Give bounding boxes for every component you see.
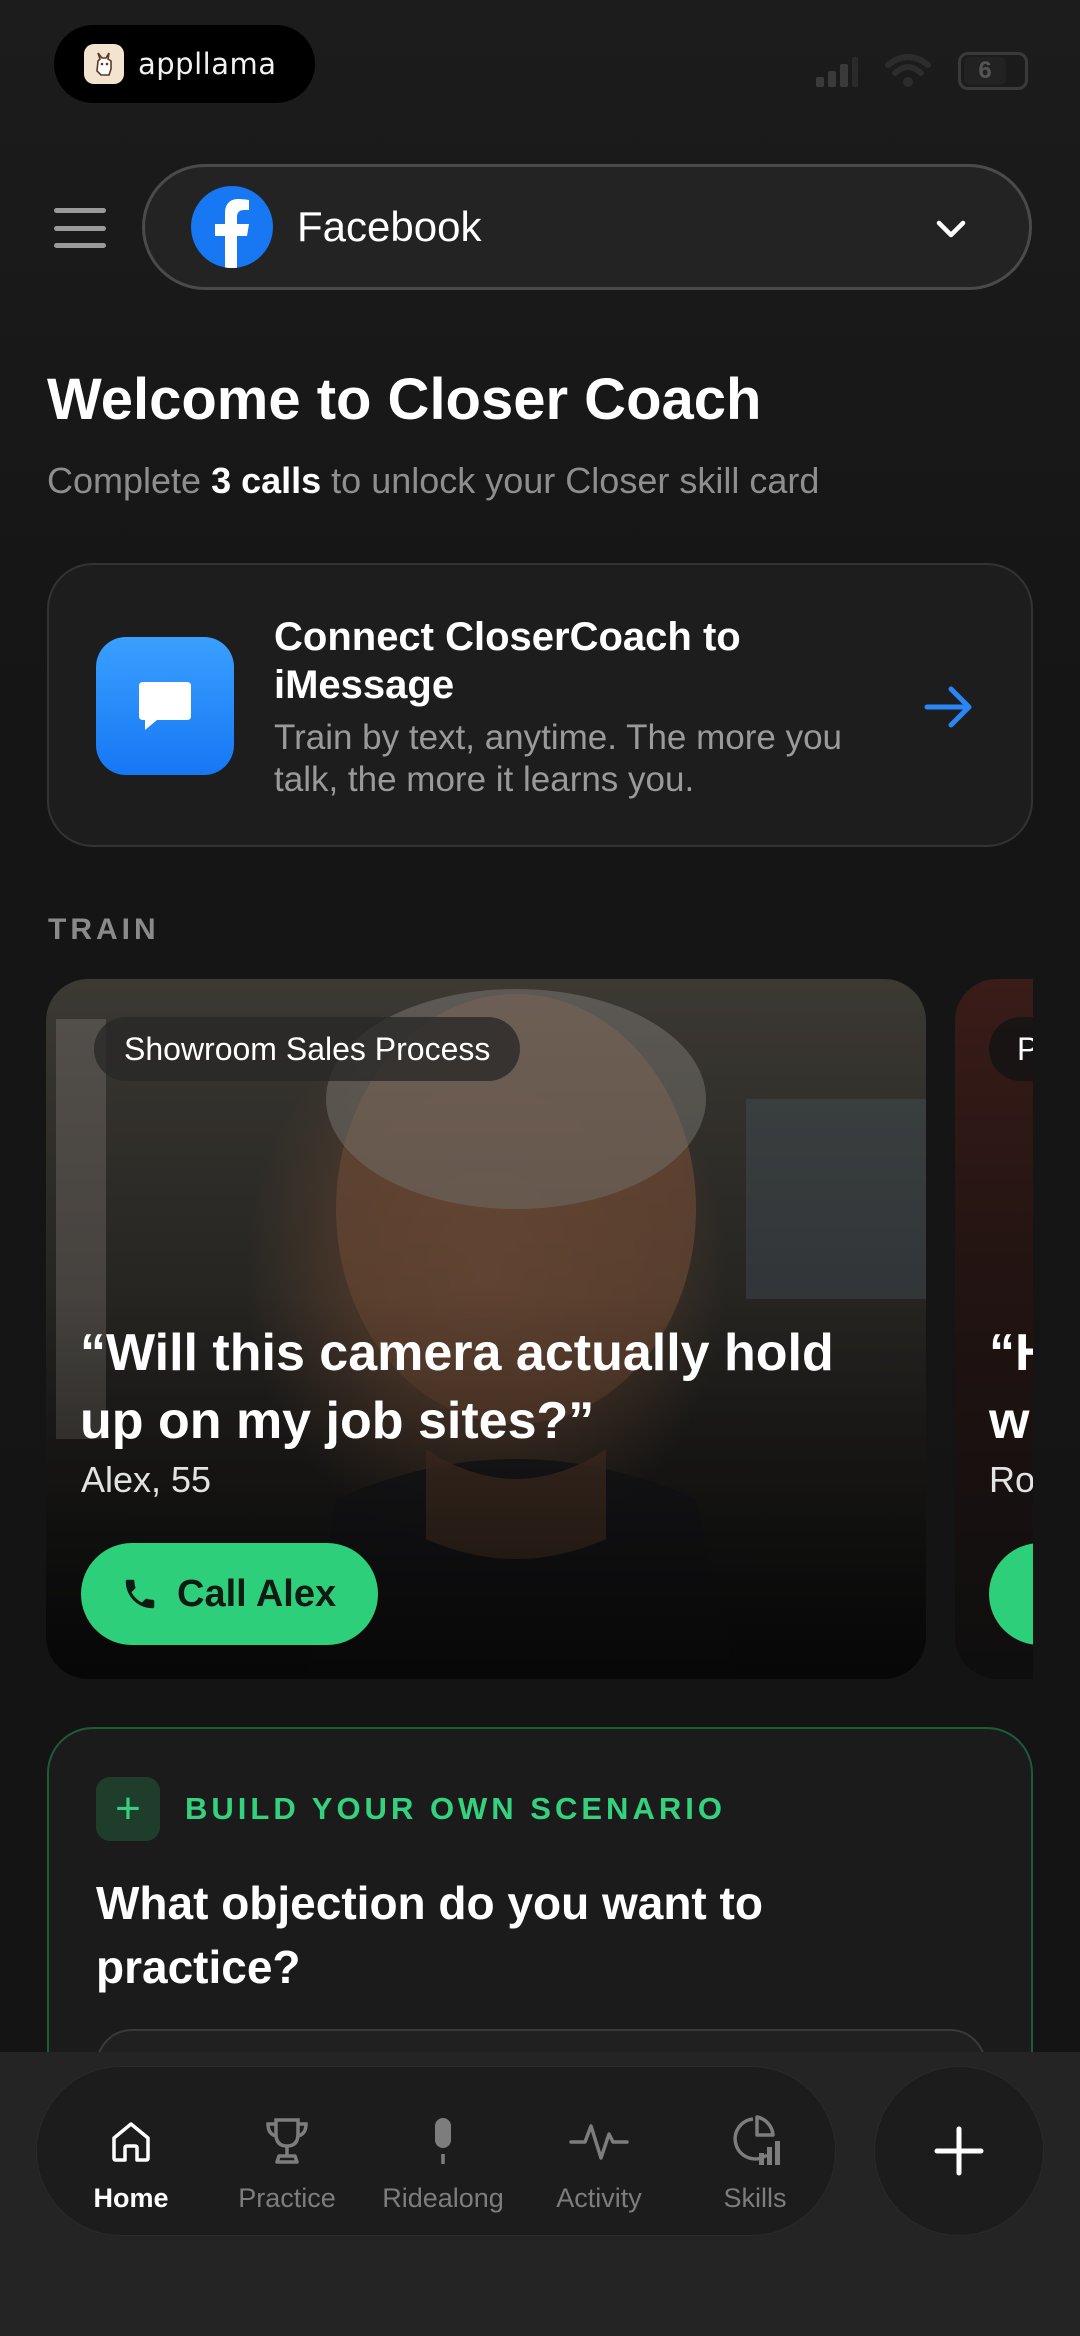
scenario-quote: “Will this camera actually hold up on my… [80, 1324, 834, 1450]
connect-imessage-card[interactable]: Connect CloserCoach to iMessage Train by… [47, 563, 1033, 847]
trophy-icon [266, 2118, 308, 2164]
account-name: Facebook [297, 203, 482, 250]
nav-label-skills: Skills [723, 2183, 787, 2213]
nav-label-ridealong: Ridealong [382, 2183, 504, 2213]
app-indicator-pill: appllama [54, 25, 315, 103]
train-carousel[interactable]: Showroom Sales Process “Will this camera… [0, 979, 1033, 1679]
bottom-nav: Home Practice Ridealong Activity Skills [36, 2066, 836, 2236]
menu-icon[interactable] [54, 208, 106, 248]
welcome-subtitle: Complete 3 calls to unlock your Closer s… [47, 460, 819, 502]
nav-label-practice: Practice [238, 2183, 336, 2213]
account-selector[interactable]: Facebook [142, 164, 1032, 290]
arrow-right-icon [924, 686, 972, 728]
signal-icon [816, 57, 858, 87]
battery-level: 6 [964, 57, 1006, 85]
nav-item-activity[interactable]: Activity [521, 2067, 677, 2237]
scenario-tag: Showroom Sales Process [94, 1017, 521, 1081]
home-screen: appllama 6 Facebook Welcome to Closer Co… [0, 0, 1080, 2336]
microphone-icon [435, 2118, 451, 2164]
persona-name: Alex, 55 [81, 1459, 212, 1500]
train-section-label: TRAIN [48, 913, 160, 946]
connect-card-description: Train by text, anytime. The more you tal… [274, 718, 843, 799]
bottom-nav-area: Home Practice Ridealong Activity Skills [0, 2052, 1080, 2336]
nav-item-ridealong[interactable]: Ridealong [365, 2067, 521, 2237]
persona-name-next: Ro [989, 1459, 1033, 1500]
llama-logo-icon [84, 44, 124, 84]
plus-icon: + [96, 1777, 160, 1841]
scenario-card-next[interactable]: P “H w Ro [955, 979, 1033, 1679]
build-scenario-label: BUILD YOUR OWN SCENARIO [185, 1791, 726, 1826]
nav-item-home[interactable]: Home [53, 2067, 209, 2237]
nav-item-skills[interactable]: Skills [677, 2067, 833, 2237]
battery-icon: 6 [958, 52, 1028, 90]
nav-item-practice[interactable]: Practice [209, 2067, 365, 2237]
add-button[interactable] [874, 2066, 1044, 2236]
scenario-quote-next-line2: w [989, 1392, 1030, 1450]
wifi-icon [885, 54, 931, 87]
scenario-quote-next: “H w [989, 1319, 1033, 1455]
message-bubble-icon [96, 637, 234, 775]
pulse-icon [569, 2124, 629, 2160]
status-icons: 6 [814, 52, 1028, 90]
facebook-icon [191, 186, 273, 268]
chevron-down-icon [936, 220, 966, 238]
build-scenario-question: What objection do you want to practice? [96, 1877, 763, 1993]
scenario-quote-next-line1: “H [989, 1324, 1033, 1382]
app-name: appllama [138, 47, 277, 81]
call-button-next[interactable] [989, 1543, 1033, 1645]
page-title: Welcome to Closer Coach [47, 367, 762, 432]
call-button-label: Call Alex [177, 1572, 337, 1615]
scenario-card[interactable]: Showroom Sales Process “Will this camera… [46, 979, 926, 1679]
home-icon [112, 2122, 150, 2162]
welcome-sub-suffix: to unlock your Closer skill card [321, 460, 820, 501]
call-button[interactable]: Call Alex [81, 1543, 379, 1645]
nav-label-activity: Activity [556, 2183, 642, 2213]
connect-card-title: Connect CloserCoach to iMessage [274, 615, 741, 707]
nav-label-home: Home [93, 2183, 169, 2213]
welcome-sub-prefix: Complete [47, 460, 212, 501]
chart-icon [733, 2115, 780, 2165]
scenario-tag-next: P [989, 1017, 1033, 1081]
plus-icon [934, 2126, 984, 2176]
phone-icon [125, 1579, 155, 1609]
welcome-sub-bold: 3 calls [211, 460, 322, 501]
